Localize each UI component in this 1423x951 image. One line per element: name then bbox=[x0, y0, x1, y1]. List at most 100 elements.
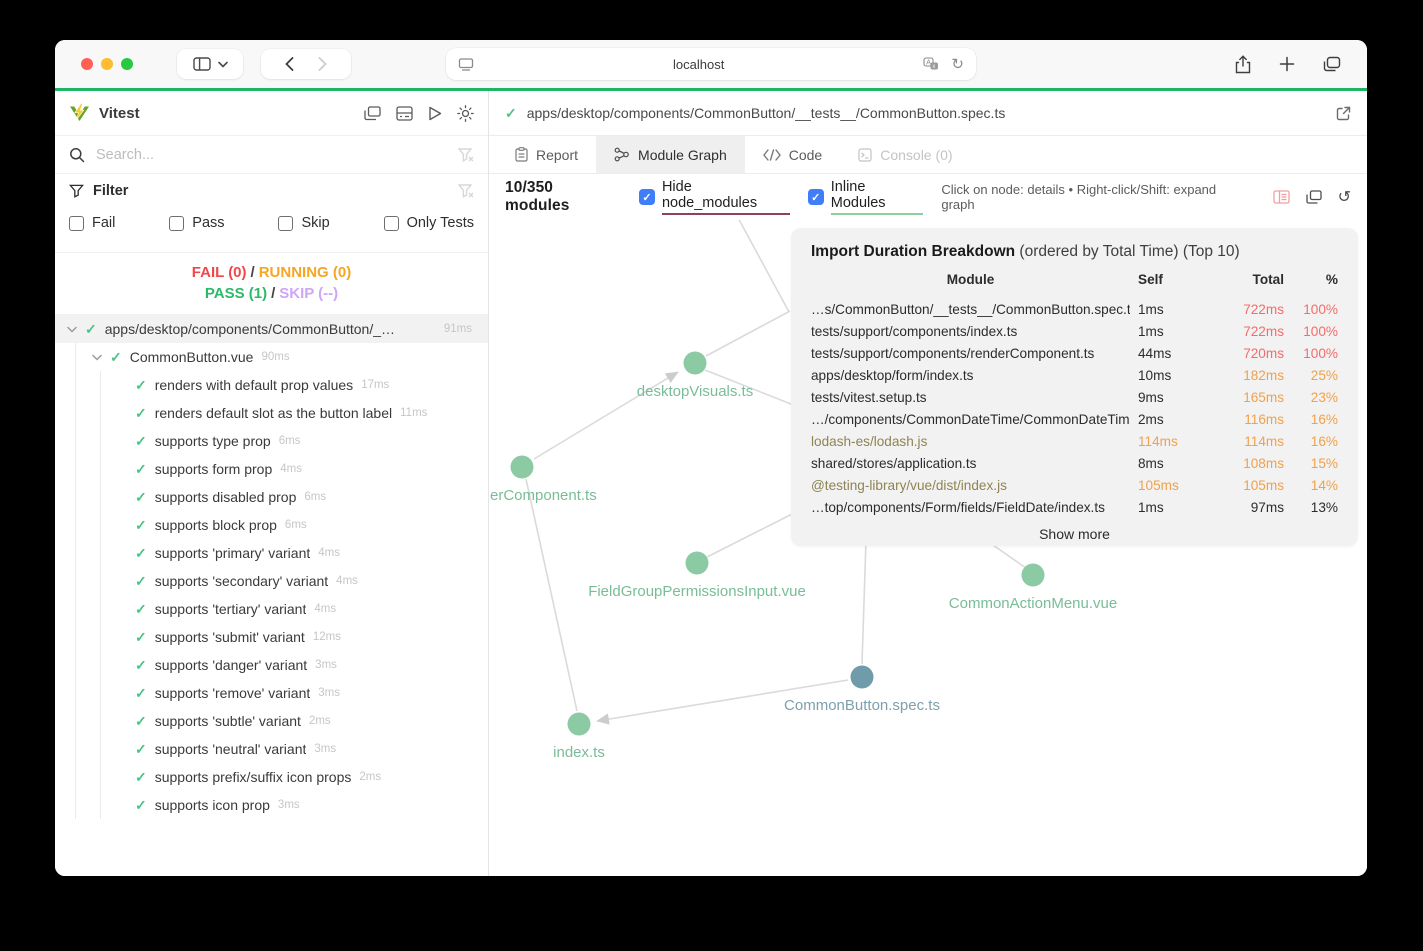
breakdown-total: 97ms bbox=[1250, 500, 1284, 515]
modules-count: 10/350 modules bbox=[505, 179, 570, 214]
test-row[interactable]: ✓ supports 'danger' variant 3ms bbox=[55, 651, 488, 679]
minimize-window-button[interactable] bbox=[101, 58, 113, 70]
test-row[interactable]: ✓ supports 'primary' variant 4ms bbox=[55, 539, 488, 567]
pass-check-icon: ✓ bbox=[135, 544, 147, 561]
pass-check-icon: ✓ bbox=[135, 628, 147, 645]
test-file-row[interactable]: ✓ apps/desktop/components/CommonButton/_… bbox=[55, 315, 488, 343]
breakdown-total: 105ms bbox=[1243, 478, 1284, 493]
traffic-lights bbox=[81, 58, 133, 70]
share-icon[interactable] bbox=[1235, 54, 1251, 74]
filter-option-fail[interactable]: Fail bbox=[69, 215, 115, 231]
chevron-down-icon[interactable] bbox=[92, 354, 102, 361]
pass-check-icon: ✓ bbox=[135, 432, 147, 449]
close-window-button[interactable] bbox=[81, 58, 93, 70]
filter-option-label: Fail bbox=[92, 215, 116, 231]
pass-check-icon: ✓ bbox=[505, 104, 517, 121]
file-header: ✓ apps/desktop/components/CommonButton/_… bbox=[489, 91, 1367, 136]
back-button[interactable] bbox=[285, 57, 294, 71]
export-graph-icon[interactable] bbox=[1305, 190, 1322, 204]
panel-title-line: Import Duration Breakdown (ordered by To… bbox=[811, 243, 1338, 261]
checkbox-checked-icon[interactable]: ✓ bbox=[807, 189, 824, 205]
test-row[interactable]: ✓ renders default slot as the button labe… bbox=[55, 399, 488, 427]
graph-node-fieldgrouppermissionsinput-vue[interactable] bbox=[685, 551, 709, 575]
address-bar[interactable]: localhost Ax ↻ bbox=[446, 48, 976, 80]
test-row[interactable]: ✓ renders with default prop values 17ms bbox=[55, 371, 488, 399]
theme-toggle-sun-icon[interactable] bbox=[457, 104, 474, 122]
test-suite-row[interactable]: ✓ CommonButton.vue 90ms bbox=[55, 343, 488, 371]
graph-edge bbox=[525, 478, 578, 712]
pass-check-icon: ✓ bbox=[135, 684, 147, 701]
filter-option-pass[interactable]: Pass bbox=[169, 215, 225, 231]
test-suite-duration: 90ms bbox=[261, 351, 290, 363]
run-all-icon[interactable] bbox=[428, 106, 442, 121]
checkbox-checked-icon[interactable]: ✓ bbox=[638, 189, 655, 205]
breakdown-total: 116ms bbox=[1244, 412, 1284, 427]
test-name: supports 'danger' variant bbox=[154, 657, 308, 673]
test-row[interactable]: ✓ supports type prop 6ms bbox=[55, 427, 488, 455]
test-row[interactable]: ✓ supports 'secondary' variant 4ms bbox=[55, 567, 488, 595]
search-bar[interactable]: Search... bbox=[55, 135, 488, 174]
breakdown-self: 9ms bbox=[1138, 390, 1164, 405]
checkbox-icon[interactable] bbox=[169, 215, 185, 231]
graph-node-ercomponent-ts[interactable] bbox=[510, 455, 534, 479]
browser-nav-buttons bbox=[261, 49, 351, 79]
code-icon bbox=[762, 148, 781, 161]
test-name: supports block prop bbox=[154, 517, 277, 533]
filter-label: Filter bbox=[93, 182, 129, 199]
filter-option-label: Only Tests bbox=[406, 215, 474, 231]
checkbox-icon[interactable] bbox=[278, 215, 294, 231]
breakdown-module: tests/support/components/index.ts bbox=[811, 324, 1018, 339]
test-row[interactable]: ✓ supports 'submit' variant 12ms bbox=[55, 623, 488, 651]
test-row[interactable]: ✓ supports disabled prop 6ms bbox=[55, 483, 488, 511]
show-more-button[interactable]: Show more bbox=[811, 526, 1338, 542]
test-row[interactable]: ✓ supports 'tertiary' variant 4ms bbox=[55, 595, 488, 623]
test-row[interactable]: ✓ supports 'remove' variant 3ms bbox=[55, 679, 488, 707]
test-duration: 6ms bbox=[284, 519, 307, 531]
filter-option-skip[interactable]: Skip bbox=[278, 215, 330, 231]
reload-icon[interactable]: ↻ bbox=[951, 56, 964, 72]
breakdown-module: @testing-library/vue/dist/index.js bbox=[811, 478, 1007, 493]
test-row[interactable]: ✓ supports icon prop 3ms bbox=[55, 791, 488, 819]
test-row[interactable]: ✓ supports block prop 6ms bbox=[55, 511, 488, 539]
tab-console[interactable]: Console (0) bbox=[840, 136, 970, 173]
checkbox-icon[interactable] bbox=[383, 215, 399, 231]
panel-subtitle: (ordered by Total Time) (Top 10) bbox=[1019, 243, 1240, 260]
graph-node-commonactionmenu-vue[interactable] bbox=[1021, 563, 1045, 587]
collapse-all-icon[interactable] bbox=[364, 105, 381, 121]
new-tab-icon[interactable] bbox=[1279, 56, 1295, 72]
filter-option-only-tests[interactable]: Only Tests bbox=[383, 215, 474, 231]
test-row[interactable]: ✓ supports 'subtle' variant 2ms bbox=[55, 707, 488, 735]
test-row[interactable]: ✓ supports 'neutral' variant 3ms bbox=[55, 735, 488, 763]
tab-report[interactable]: Report bbox=[497, 136, 596, 173]
pass-check-icon: ✓ bbox=[135, 768, 147, 785]
hide-node-modules-toggle[interactable]: ✓ Hide node_modules bbox=[638, 179, 790, 215]
graph-node-desktopvisuals-ts[interactable] bbox=[683, 351, 707, 375]
toggle-breakdown-table-icon[interactable] bbox=[1272, 190, 1290, 204]
test-row[interactable]: ✓ supports prefix/suffix icon props 2ms bbox=[55, 763, 488, 791]
dashboard-icon[interactable] bbox=[396, 105, 413, 121]
chevron-down-icon[interactable] bbox=[67, 326, 77, 333]
open-in-editor-icon[interactable] bbox=[1336, 106, 1351, 121]
reset-graph-icon[interactable]: ↺ bbox=[1338, 189, 1351, 205]
graph-node-commonbutton-spec-ts[interactable] bbox=[850, 665, 874, 689]
tab-code[interactable]: Code bbox=[745, 136, 840, 173]
zoom-window-button[interactable] bbox=[121, 58, 133, 70]
indent-guide bbox=[75, 343, 76, 819]
breakdown-total: 108ms bbox=[1243, 456, 1284, 471]
test-row[interactable]: ✓ supports form prop 4ms bbox=[55, 455, 488, 483]
module-graph-canvas[interactable]: desktopVisuals.ts erComponent.ts FieldGrou… bbox=[489, 220, 1367, 876]
translate-icon[interactable]: Ax bbox=[923, 57, 939, 71]
tab-module-graph[interactable]: Module Graph bbox=[596, 136, 745, 173]
browser-sidebar-toggle[interactable] bbox=[177, 49, 243, 79]
tab-overview-icon[interactable] bbox=[1323, 56, 1341, 72]
pass-check-icon: ✓ bbox=[135, 796, 147, 813]
breakdown-self: 44ms bbox=[1138, 346, 1172, 361]
forward-button[interactable] bbox=[318, 57, 327, 71]
search-input[interactable]: Search... bbox=[96, 147, 447, 163]
test-file-name: apps/desktop/components/CommonButton/_… bbox=[104, 321, 396, 337]
tab-label: Report bbox=[536, 146, 579, 163]
checkbox-icon[interactable] bbox=[69, 215, 84, 231]
graph-node-label: index.ts bbox=[553, 744, 605, 761]
inline-modules-toggle[interactable]: ✓ Inline Modules bbox=[807, 179, 924, 215]
graph-node-index-ts[interactable] bbox=[567, 712, 591, 736]
